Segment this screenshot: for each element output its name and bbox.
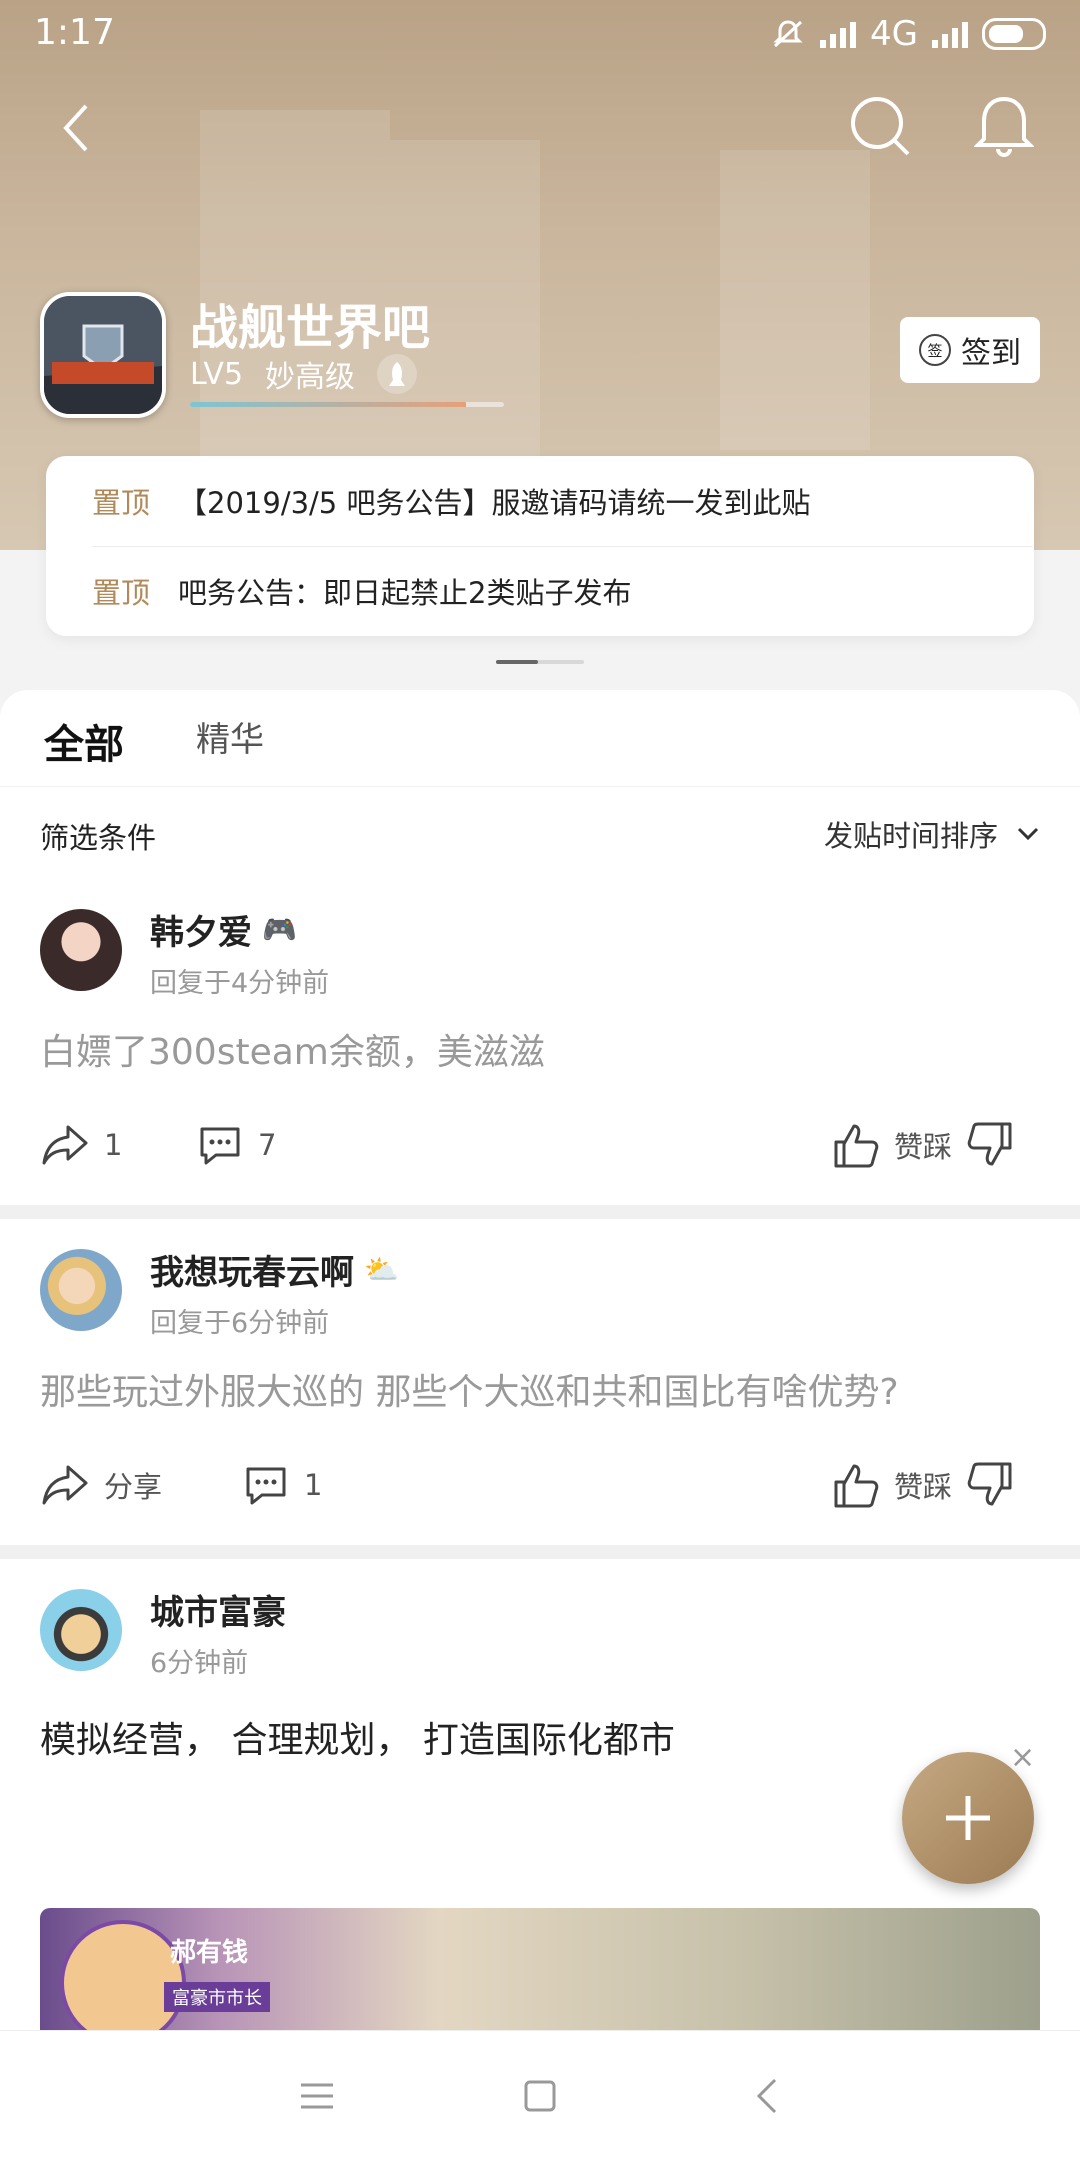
- bell-icon: [974, 96, 1034, 157]
- network-label: 4G: [870, 14, 918, 54]
- username-text: 城市富豪: [150, 1593, 286, 1633]
- forum-level-row: LV5 妙高级: [190, 352, 418, 396]
- pinned-notices: 置顶 【2019/3/5 吧务公告】服邀请码请统一发到此贴 置顶 吧务公告：即日…: [46, 456, 1034, 636]
- battery-icon: [982, 18, 1046, 50]
- filter-row: 筛选条件 发贴时间排序: [0, 787, 1080, 879]
- share-icon: [42, 1465, 88, 1505]
- menu-icon: [301, 2083, 333, 2109]
- forum-name: 战舰世界吧: [190, 300, 431, 356]
- comment-count: 1: [304, 1468, 323, 1502]
- post-username[interactable]: 我想玩春云啊 ⛅: [150, 1245, 399, 1294]
- username-text: 韩夕爱: [150, 913, 252, 953]
- back-button[interactable]: [36, 88, 116, 168]
- level-progress-bar: [190, 402, 504, 407]
- tab-featured[interactable]: 精华: [196, 712, 264, 761]
- signin-icon: 签: [919, 334, 951, 366]
- home-nav-button[interactable]: [505, 2061, 575, 2131]
- pinned-notice-text: 吧务公告：即日起禁止2类贴子发布: [178, 576, 632, 610]
- comment-button[interactable]: 1: [242, 1445, 322, 1525]
- signin-button[interactable]: 签 签到: [900, 317, 1040, 383]
- chevron-down-icon: [1017, 827, 1039, 841]
- pinned-tag: 置顶: [92, 576, 151, 610]
- share-label: 分享: [104, 1470, 163, 1504]
- user-badge-icon: ⛅: [364, 1253, 399, 1286]
- sort-label: 发贴时间排序: [823, 819, 998, 853]
- forum-level-title: 妙高级: [265, 360, 356, 395]
- avatar[interactable]: [40, 1589, 122, 1671]
- post-text[interactable]: 那些玩过外服大巡的 那些个大巡和共和国比有啥优势?: [40, 1363, 899, 1415]
- comment-button[interactable]: 7: [196, 1105, 276, 1185]
- square-home-icon: [524, 2080, 556, 2112]
- forum-avatar: [40, 292, 166, 418]
- filter-button[interactable]: 筛选条件: [40, 815, 156, 857]
- sort-dropdown[interactable]: 发贴时间排序: [824, 813, 1040, 855]
- post-actions: 分享 1 赞踩: [0, 1445, 1080, 1525]
- back-triangle-icon: [756, 2078, 777, 2114]
- share-icon: [42, 1125, 88, 1165]
- avatar[interactable]: [40, 909, 122, 991]
- comment-count: 7: [258, 1128, 277, 1162]
- level-progress-fill: [190, 402, 467, 407]
- plus-icon: [946, 1796, 990, 1840]
- header-wall-decor: [720, 150, 870, 450]
- avatar[interactable]: [40, 1249, 122, 1331]
- post-separator: [0, 1545, 1080, 1559]
- post-item[interactable]: 韩夕爱 🎮 回复于4分钟前 白嫖了300steam余额，美滋滋 1 7 赞踩: [0, 879, 1080, 1205]
- thumbs-up-icon[interactable]: [832, 1460, 880, 1510]
- post-actions: 1 7 赞踩: [0, 1105, 1080, 1185]
- status-bar: 1:17 4G: [0, 0, 1080, 70]
- forum-level: LV5: [190, 356, 244, 392]
- post-item[interactable]: 我想玩春云啊 ⛅ 回复于6分钟前 那些玩过外服大巡的 那些个大巡和共和国比有啥优…: [0, 1219, 1080, 1545]
- back-nav-button[interactable]: [732, 2061, 802, 2131]
- new-post-button[interactable]: [902, 1752, 1034, 1884]
- search-button[interactable]: [840, 86, 920, 166]
- user-badge-icon: 🎮: [262, 913, 297, 946]
- thumbs-down-icon[interactable]: [966, 1120, 1014, 1170]
- vote-group: 赞踩: [832, 1445, 1014, 1525]
- share-button[interactable]: 1: [40, 1105, 122, 1185]
- thumbs-down-icon[interactable]: [966, 1460, 1014, 1510]
- status-indicators: 4G: [770, 14, 1046, 54]
- thumbs-up-icon[interactable]: [832, 1120, 880, 1170]
- vote-label: 赞踩: [894, 1470, 953, 1504]
- post-time: 回复于6分钟前: [150, 1308, 330, 1339]
- post-text[interactable]: 白嫖了300steam余额，美滋滋: [40, 1023, 545, 1075]
- vote-label: 赞踩: [894, 1130, 953, 1164]
- pinned-notice-text: 【2019/3/5 吧务公告】服邀请码请统一发到此贴: [178, 486, 811, 520]
- feed-tabs: 全部 精华: [0, 690, 1080, 787]
- status-time: 1:17: [34, 12, 115, 53]
- vote-group: 赞踩: [832, 1105, 1014, 1185]
- post-time: 6分钟前: [150, 1648, 249, 1679]
- pinned-tag: 置顶: [92, 486, 151, 520]
- notification-button[interactable]: [964, 86, 1044, 166]
- menu-nav-button[interactable]: [282, 2061, 352, 2131]
- comment-icon: [246, 1467, 286, 1505]
- pinned-notice[interactable]: 置顶 【2019/3/5 吧务公告】服邀请码请统一发到此贴: [92, 456, 1032, 546]
- tab-all[interactable]: 全部: [44, 712, 124, 770]
- back-arrow-icon: [63, 104, 88, 152]
- forum-logo-icon: [44, 296, 162, 414]
- ad-banner-subtitle: 富豪市市长: [164, 1982, 270, 2012]
- signal-icon-2: [932, 20, 968, 48]
- post-separator: [0, 1205, 1080, 1219]
- signin-label: 签到: [961, 336, 1021, 371]
- post-username[interactable]: 城市富豪: [150, 1585, 286, 1634]
- share-button[interactable]: 分享: [40, 1445, 162, 1525]
- share-count: 1: [104, 1128, 123, 1162]
- ad-banner-title: 郝有钱: [170, 1938, 249, 1968]
- signal-icon: [820, 20, 857, 48]
- system-nav-bar: [0, 2030, 1080, 2161]
- comment-icon: [200, 1127, 240, 1165]
- mute-icon: [773, 20, 803, 48]
- ad-banner-image[interactable]: 郝有钱 富豪市市长: [40, 1908, 1040, 2048]
- post-time: 回复于4分钟前: [150, 968, 330, 999]
- post-username[interactable]: 韩夕爱 🎮: [150, 905, 297, 954]
- post-text[interactable]: 模拟经营， 合理规划， 打造国际化都市: [40, 1711, 675, 1763]
- page-indicator: [496, 660, 584, 664]
- username-text: 我想玩春云啊: [150, 1253, 354, 1293]
- pinned-notice[interactable]: 置顶 吧务公告：即日起禁止2类贴子发布: [92, 546, 1032, 636]
- rocket-icon[interactable]: [377, 354, 418, 394]
- search-icon: [851, 97, 910, 156]
